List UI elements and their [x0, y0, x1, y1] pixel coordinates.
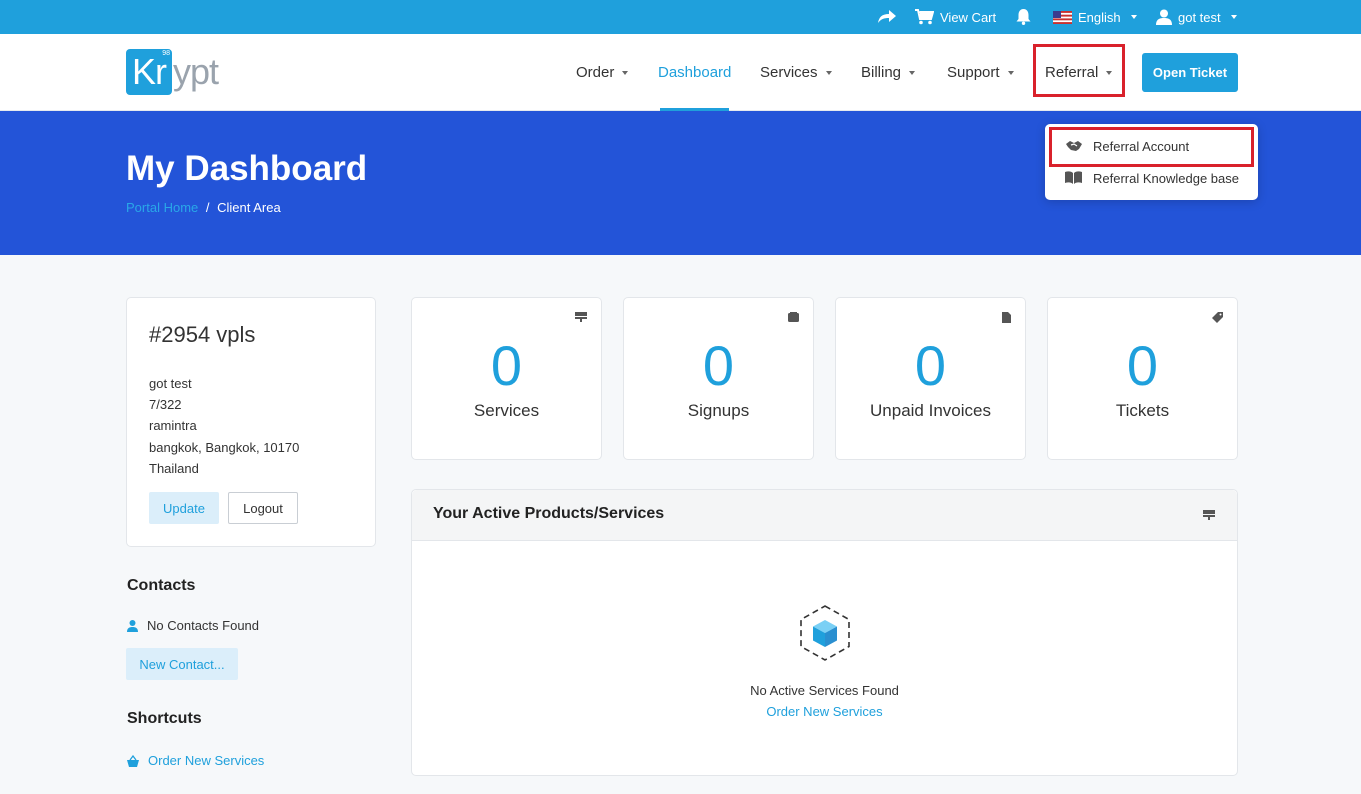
account-name: #2954 vpls: [149, 322, 256, 347]
stat-label: Services: [473, 401, 540, 420]
page-title: My Dashboard: [126, 149, 368, 188]
chevron-down-icon: [1007, 70, 1014, 75]
krypt-logo[interactable]: Kr 98 ypt: [126, 49, 219, 95]
bell-icon: [1016, 9, 1031, 25]
stat-card-unpaid-invoices[interactable]: 0 Unpaid Invoices: [835, 297, 1026, 460]
no-active-services-text: No Active Services Found: [750, 683, 899, 698]
nav-support-label: Support: [947, 64, 1000, 81]
view-cart-link[interactable]: View Cart: [915, 0, 996, 34]
stat-label: Tickets: [1115, 401, 1170, 420]
referral-highlight-box: [1033, 44, 1125, 97]
stat-label: Unpaid Invoices: [870, 401, 991, 420]
profile-line: bangkok, Bangkok, 10170: [149, 440, 300, 455]
shortcuts-title: Shortcuts: [127, 710, 202, 727]
menu-item-label: Referral Knowledge base: [1093, 170, 1239, 186]
profile-line: 7/322: [149, 397, 182, 412]
share-link[interactable]: [878, 0, 896, 34]
chevron-down-icon: [622, 70, 629, 75]
basket-icon: [127, 754, 139, 767]
chevron-down-icon: [909, 70, 916, 75]
notifications-button[interactable]: [1016, 0, 1031, 34]
cube-icon: [800, 605, 850, 661]
new-contact-button[interactable]: New Contact...: [126, 648, 238, 680]
breadcrumb-separator: /: [205, 200, 210, 215]
stat-value: 0: [1126, 334, 1159, 397]
update-button[interactable]: Update: [149, 492, 219, 524]
chevron-down-icon: [1130, 15, 1137, 19]
share-icon: [878, 10, 896, 23]
chevron-down-icon: [825, 70, 832, 75]
breadcrumb-home-link[interactable]: Portal Home: [126, 200, 198, 215]
shortcut-label: Order New Services: [148, 753, 265, 768]
contacts-title: Contacts: [127, 577, 196, 594]
user-menu[interactable]: got test: [1156, 0, 1237, 34]
stat-card-tickets[interactable]: 0 Tickets: [1047, 297, 1238, 460]
active-services-panel: Your Active Products/Services No Active …: [411, 489, 1238, 776]
user-icon: [127, 619, 138, 632]
user-icon: [1156, 9, 1172, 25]
chevron-down-icon: [1230, 15, 1237, 19]
open-ticket-button[interactable]: Open Ticket: [1142, 53, 1238, 92]
nav-billing[interactable]: Billing: [861, 34, 916, 111]
breadcrumb: Portal Home / Client Area: [126, 200, 281, 215]
contacts-empty-text: No Contacts Found: [147, 618, 260, 633]
logout-button[interactable]: Logout: [228, 492, 298, 524]
profile-line: Thailand: [149, 461, 199, 476]
nav-dashboard-label: Dashboard: [658, 64, 732, 81]
stat-value: 0: [490, 334, 523, 397]
stat-card-signups[interactable]: 0 Signups: [623, 297, 814, 460]
menu-item-referral-knowledge-base[interactable]: Referral Knowledge base: [1045, 163, 1258, 193]
shortcut-order-new-services[interactable]: Order New Services: [127, 753, 264, 768]
panel-header: Your Active Products/Services: [412, 490, 1237, 541]
user-name: got test: [1178, 9, 1221, 25]
nav-support[interactable]: Support: [947, 34, 1014, 111]
logo-mark: Kr 98: [126, 49, 172, 95]
nav-order[interactable]: Order: [576, 34, 629, 111]
server-icon: [575, 312, 587, 322]
nav-billing-label: Billing: [861, 64, 902, 81]
logo-text: ypt: [173, 51, 219, 92]
referral-account-highlight-box: [1049, 127, 1254, 167]
nav-order-label: Order: [576, 64, 615, 81]
order-new-services-link[interactable]: Order New Services: [412, 704, 1237, 719]
nav-services[interactable]: Services: [760, 34, 832, 111]
profile-line: got test: [149, 376, 192, 391]
book-icon: [1065, 171, 1082, 184]
profile-line: ramintra: [149, 418, 197, 433]
panel-title: Your Active Products/Services: [433, 505, 665, 522]
language-selector[interactable]: English: [1053, 0, 1137, 34]
contacts-empty: No Contacts Found: [127, 618, 259, 633]
stat-card-services[interactable]: 0 Services: [411, 297, 602, 460]
stat-label: Signups: [687, 401, 750, 420]
server-icon: [1203, 510, 1215, 520]
tag-icon: [1212, 312, 1223, 323]
logo-mark-text: Kr: [132, 51, 167, 92]
nav-services-label: Services: [760, 64, 818, 81]
breadcrumb-current: Client Area: [217, 200, 281, 215]
file-icon: [1002, 312, 1011, 323]
main-header: Kr 98 ypt Order Dashboard Services Billi…: [0, 34, 1361, 111]
nav-dashboard[interactable]: Dashboard: [658, 34, 731, 111]
cart-icon: [915, 9, 934, 25]
logo-mark-sup: 98: [162, 50, 170, 57]
view-cart-label: View Cart: [940, 9, 997, 25]
profile-card: #2954 vpls got test 7/322 ramintra bangk…: [126, 297, 376, 547]
cart-icon: [788, 312, 799, 322]
top-bar: View Cart English got test: [0, 0, 1361, 34]
us-flag-icon: [1053, 10, 1072, 24]
stat-value: 0: [702, 334, 735, 397]
language-label: English: [1078, 9, 1121, 25]
stat-value: 0: [914, 334, 947, 397]
